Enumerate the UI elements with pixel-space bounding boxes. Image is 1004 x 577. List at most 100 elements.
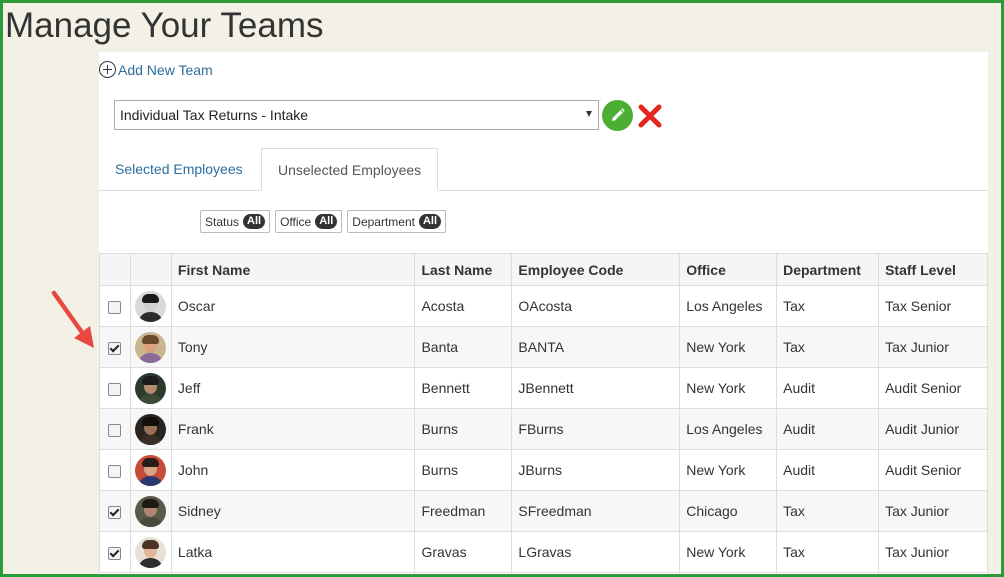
cell-department: Audit <box>776 408 880 450</box>
table-row[interactable]: Frank Burns FBurns Los Angeles Audit Audit Ju… <box>99 408 988 450</box>
avatar-icon <box>135 372 167 404</box>
cell-department: Tax <box>776 490 880 532</box>
cell-employee-code: OAcosta <box>511 285 681 327</box>
filter-office-label: Office <box>280 214 312 229</box>
cell-last-name: Bennett <box>414 367 513 409</box>
page-title: Manage Your Teams <box>5 6 324 45</box>
cell-department: Audit <box>776 367 880 409</box>
cell-last-name: Burns <box>414 449 513 491</box>
header-employee-code[interactable]: Employee Code <box>511 253 681 286</box>
cell-first-name: Latka <box>170 531 416 573</box>
team-panel: Add New Team Individual Tax Returns - In… <box>99 52 988 577</box>
filter-department-label: Department <box>352 214 415 229</box>
cell-staff-level: Tax Junior <box>878 490 988 532</box>
cell-employee-code: SFreedman <box>511 490 681 532</box>
cell-employee-code: FBurns <box>511 408 681 450</box>
row-checkbox[interactable] <box>108 505 122 519</box>
cell-first-name: Sidney <box>170 490 416 532</box>
row-select-cell <box>99 326 131 368</box>
table-row[interactable]: Jeff Bennett JBennett New York Audit Audit Se… <box>99 367 988 409</box>
header-staff-level[interactable]: Staff Level <box>878 253 988 286</box>
table-row[interactable]: John Burns JBurns New York Audit Audit Senior <box>99 449 988 491</box>
filter-bar: Status All Office All Department All <box>99 191 988 253</box>
avatar-cell <box>129 449 172 491</box>
tab-selected-employees[interactable]: Selected Employees <box>115 148 243 190</box>
cell-first-name: Frank <box>170 408 416 450</box>
row-checkbox[interactable] <box>108 341 122 355</box>
row-checkbox[interactable] <box>108 300 122 314</box>
cell-office: Chicago <box>679 490 778 532</box>
avatar-cell <box>129 367 172 409</box>
tab-unselected-employees[interactable]: Unselected Employees <box>261 148 439 191</box>
header-first-name[interactable]: First Name <box>170 253 416 286</box>
edit-team-button[interactable] <box>602 100 633 131</box>
row-select-cell <box>99 449 131 491</box>
header-department[interactable]: Department <box>776 253 880 286</box>
cell-office: New York <box>679 326 778 368</box>
avatar-icon <box>135 536 167 568</box>
close-icon <box>638 104 662 128</box>
avatar-cell <box>129 408 172 450</box>
row-checkbox[interactable] <box>108 464 122 478</box>
row-checkbox[interactable] <box>108 382 122 396</box>
filter-office-button[interactable]: Office All <box>275 210 343 233</box>
add-new-team-link[interactable]: Add New Team <box>99 61 213 78</box>
row-select-cell <box>99 490 131 532</box>
plus-circle-icon <box>99 61 116 78</box>
cell-office: New York <box>679 367 778 409</box>
cell-employee-code: LGravas <box>511 531 681 573</box>
row-select-cell <box>99 408 131 450</box>
filter-status-button[interactable]: Status All <box>200 210 271 233</box>
cell-last-name: Freedman <box>414 490 513 532</box>
cell-staff-level: Tax Senior <box>878 285 988 327</box>
avatar-cell <box>129 285 172 327</box>
cell-first-name: John <box>170 449 416 491</box>
cell-staff-level: Tax Junior <box>878 326 988 368</box>
row-select-cell <box>99 285 131 327</box>
cell-last-name: Banta <box>414 326 513 368</box>
avatar-cell <box>129 490 172 532</box>
table-row[interactable]: Sidney Freedman SFreedman Chicago Tax Tax Jun… <box>99 490 988 532</box>
table-row[interactable]: Latka Gravas LGravas New York Tax Tax Junior <box>99 531 988 573</box>
filter-department-badge: All <box>418 214 442 229</box>
avatar-icon <box>135 413 167 445</box>
cell-first-name: Oscar <box>170 285 416 327</box>
add-new-team-label: Add New Team <box>118 61 213 78</box>
cell-first-name: Jeff <box>170 367 416 409</box>
cell-last-name: Gravas <box>414 531 513 573</box>
cell-office: New York <box>679 449 778 491</box>
cell-department: Tax <box>776 531 880 573</box>
header-last-name[interactable]: Last Name <box>414 253 513 286</box>
team-select[interactable]: Individual Tax Returns - Intake <box>114 100 599 130</box>
table-header-row: First Name Last Name Employee Code Offic… <box>99 253 988 286</box>
cell-employee-code: JBennett <box>511 367 681 409</box>
avatar-icon <box>135 454 167 486</box>
cell-last-name: Acosta <box>414 285 513 327</box>
header-select <box>99 253 131 286</box>
table-row[interactable]: Tony Banta BANTA New York Tax Tax Junior <box>99 326 988 368</box>
cell-office: New York <box>679 531 778 573</box>
cell-department: Audit <box>776 449 880 491</box>
table-row[interactable]: Oscar Acosta OAcosta Los Angeles Tax Tax Seni… <box>99 285 988 327</box>
filter-status-badge: All <box>243 214 266 229</box>
cell-staff-level: Audit Senior <box>878 449 988 491</box>
delete-team-button[interactable] <box>637 102 663 130</box>
employee-table: First Name Last Name Employee Code Offic… <box>99 253 988 573</box>
cell-staff-level: Audit Junior <box>878 408 988 450</box>
team-select-value: Individual Tax Returns - Intake <box>120 107 309 123</box>
cell-department: Tax <box>776 285 880 327</box>
avatar-icon <box>135 331 167 363</box>
caret-down-icon <box>586 111 592 117</box>
filter-office-badge: All <box>315 214 338 229</box>
cell-office: Los Angeles <box>679 408 778 450</box>
filter-department-button[interactable]: Department All <box>347 210 447 233</box>
row-checkbox[interactable] <box>108 423 122 437</box>
row-checkbox[interactable] <box>108 546 122 560</box>
filter-status-label: Status <box>205 214 240 229</box>
avatar-cell <box>129 531 172 573</box>
header-office[interactable]: Office <box>679 253 778 286</box>
cell-staff-level: Audit Senior <box>878 367 988 409</box>
cell-employee-code: BANTA <box>511 326 681 368</box>
avatar-cell <box>129 326 172 368</box>
annotation-arrow-icon <box>51 290 94 348</box>
